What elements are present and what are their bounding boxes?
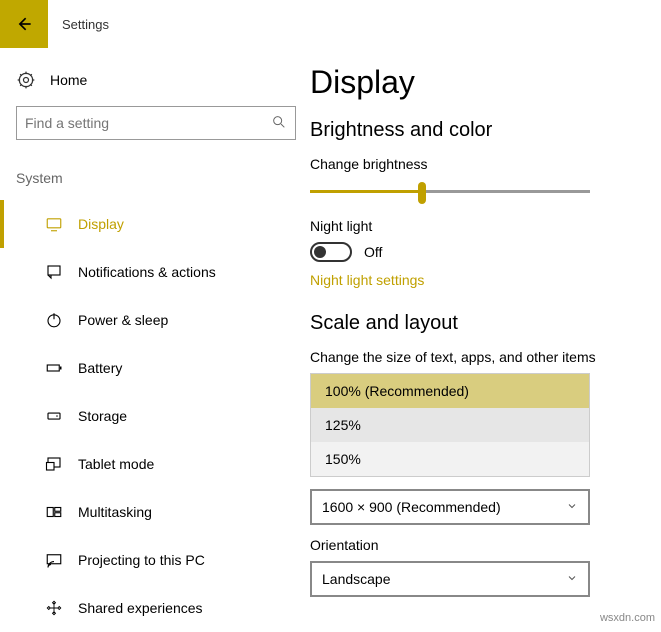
sidebar-item-label: Notifications & actions — [78, 264, 216, 280]
sidebar-item-display[interactable]: Display — [0, 200, 310, 248]
section-brightness: Brightness and color — [310, 119, 643, 142]
sidebar-item-label: Storage — [78, 408, 127, 424]
search-input[interactable] — [16, 106, 296, 140]
sidebar-item-storage[interactable]: Storage — [0, 392, 310, 440]
sidebar-item-shared[interactable]: Shared experiences — [0, 584, 310, 632]
section-scale: Scale and layout — [310, 312, 643, 335]
scale-option[interactable]: 150% — [311, 442, 589, 476]
home-label: Home — [50, 72, 87, 88]
scale-option[interactable]: 100% (Recommended) — [311, 374, 589, 408]
app-title: Settings — [62, 17, 109, 32]
content-pane: Display Brightness and color Change brig… — [310, 48, 661, 632]
sidebar-item-battery[interactable]: Battery — [0, 344, 310, 392]
sidebar-item-tablet[interactable]: Tablet mode — [0, 440, 310, 488]
sidebar-item-projecting[interactable]: Projecting to this PC — [0, 536, 310, 584]
sidebar-item-label: Display — [78, 216, 124, 232]
sidebar-item-label: Projecting to this PC — [78, 552, 205, 568]
slider-thumb[interactable] — [418, 182, 426, 204]
projecting-icon — [44, 550, 64, 570]
display-icon — [44, 214, 64, 234]
battery-icon — [44, 358, 64, 378]
shared-icon — [44, 598, 64, 618]
brightness-slider[interactable] — [310, 180, 590, 204]
sidebar-item-notifications[interactable]: Notifications & actions — [0, 248, 310, 296]
chevron-down-icon — [566, 499, 578, 515]
brightness-label: Change brightness — [310, 156, 643, 172]
tablet-icon — [44, 454, 64, 474]
resolution-value: 1600 × 900 (Recommended) — [322, 499, 501, 515]
back-button[interactable] — [0, 0, 48, 48]
power-icon — [44, 310, 64, 330]
sidebar: Home System Display Notifications & actio… — [0, 48, 310, 632]
search-field[interactable] — [25, 115, 271, 131]
sidebar-item-label: Power & sleep — [78, 312, 168, 328]
nightlight-label: Night light — [310, 218, 643, 234]
sidebar-item-power[interactable]: Power & sleep — [0, 296, 310, 344]
search-icon — [271, 114, 287, 133]
toggle-knob — [314, 246, 326, 258]
home-link[interactable]: Home — [16, 64, 310, 106]
orientation-label: Orientation — [310, 537, 643, 553]
scale-label: Change the size of text, apps, and other… — [310, 349, 643, 365]
resolution-select[interactable]: 1600 × 900 (Recommended) — [310, 489, 590, 525]
home-icon — [16, 70, 36, 90]
sidebar-item-label: Tablet mode — [78, 456, 154, 472]
chevron-down-icon — [566, 571, 578, 587]
page-title: Display — [310, 64, 643, 101]
nightlight-settings-link[interactable]: Night light settings — [310, 272, 424, 288]
multitasking-icon — [44, 502, 64, 522]
sidebar-item-multitasking[interactable]: Multitasking — [0, 488, 310, 536]
storage-icon — [44, 406, 64, 426]
arrow-left-icon — [14, 14, 34, 34]
orientation-value: Landscape — [322, 571, 391, 587]
title-bar: Settings — [0, 0, 661, 48]
nightlight-toggle[interactable] — [310, 242, 352, 262]
orientation-select[interactable]: Landscape — [310, 561, 590, 597]
section-label: System — [16, 170, 310, 186]
watermark: wsxdn.com — [600, 612, 655, 624]
notifications-icon — [44, 262, 64, 282]
nightlight-state: Off — [364, 244, 382, 260]
sidebar-item-label: Multitasking — [78, 504, 152, 520]
sidebar-item-label: Battery — [78, 360, 122, 376]
scale-dropdown-open[interactable]: 100% (Recommended)125%150% — [310, 373, 590, 477]
scale-option[interactable]: 125% — [311, 408, 589, 442]
sidebar-item-label: Shared experiences — [78, 600, 203, 616]
